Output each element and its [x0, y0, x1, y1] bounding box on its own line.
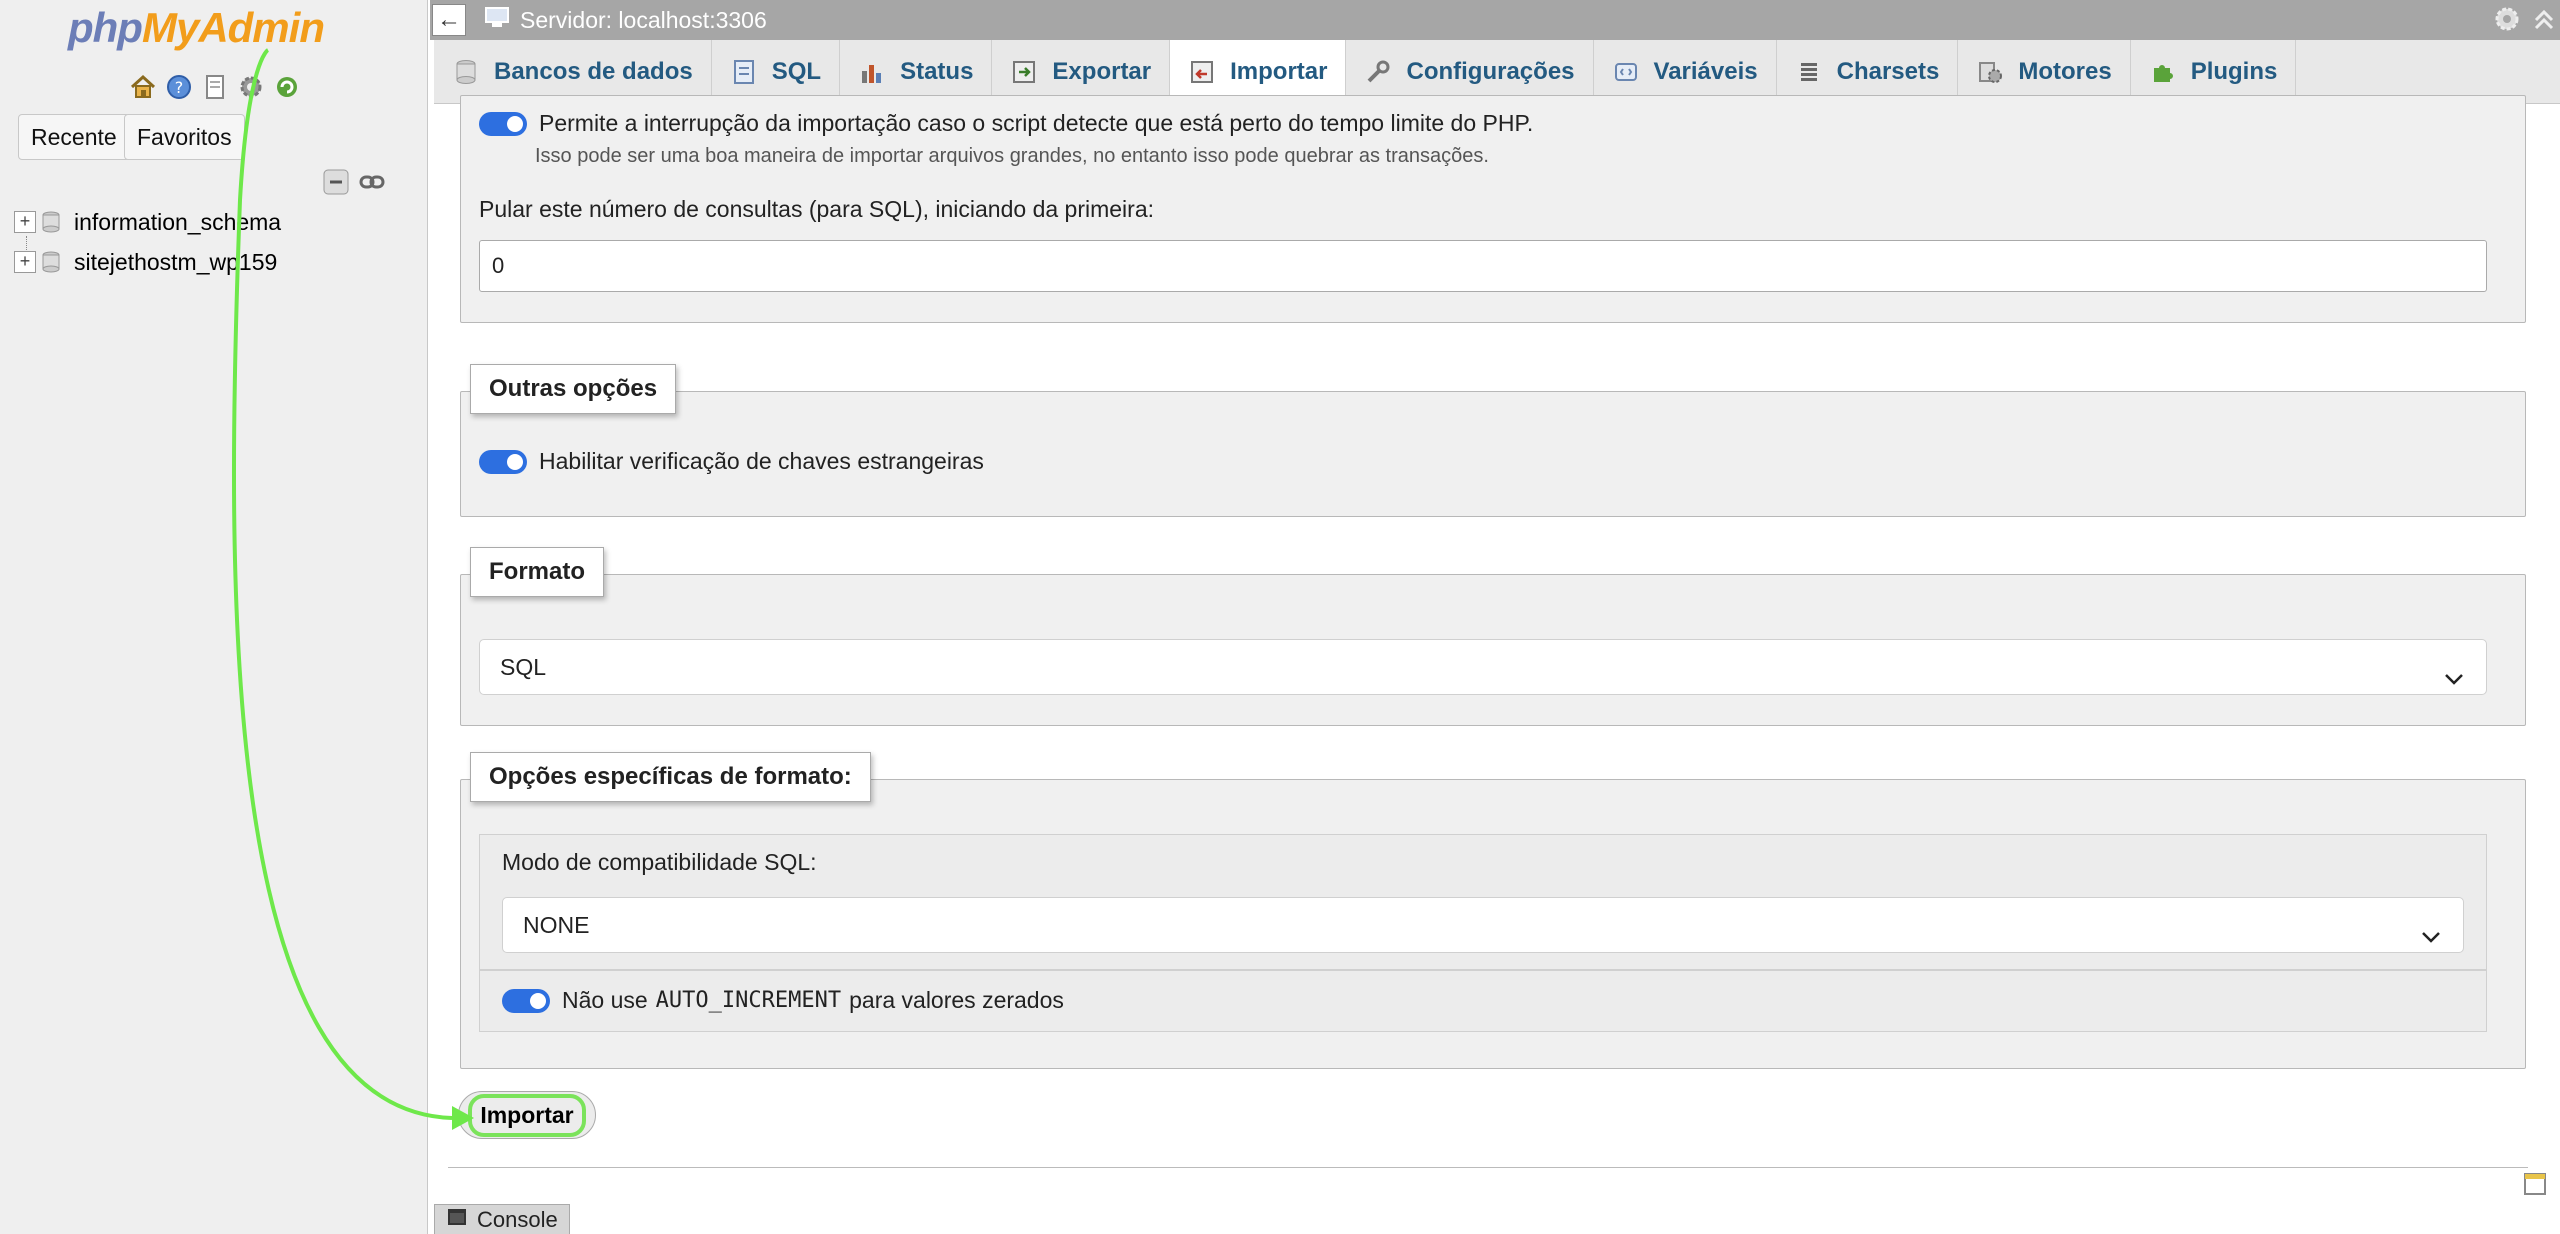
- sql-compat-select[interactable]: NONE: [502, 897, 2464, 953]
- server-icon: [484, 5, 510, 35]
- sql-compat-label: Modo de compatibilidade SQL:: [502, 849, 817, 875]
- wrench-icon: [1364, 58, 1392, 86]
- format-legend: Formato: [470, 547, 604, 597]
- expand-plus-icon[interactable]: +: [14, 251, 36, 273]
- content-divider: [448, 1167, 2528, 1168]
- main-content: Permite a interrupção da importação caso…: [434, 95, 2560, 1234]
- partial-import-fieldset: Permite a interrupção da importação caso…: [460, 95, 2526, 323]
- home-icon[interactable]: [128, 72, 158, 102]
- status-chart-icon: [858, 58, 886, 86]
- console-icon: [447, 1207, 467, 1233]
- sql-icon: [730, 58, 758, 86]
- no-auto-value-toggle[interactable]: [502, 988, 550, 1013]
- server-breadcrumb-bar: ← Servidor: localhost:3306: [430, 0, 2560, 40]
- format-selected-value: SQL: [500, 654, 547, 680]
- console-toggle[interactable]: Console: [434, 1204, 570, 1234]
- tree-controls: [322, 168, 386, 201]
- settings-gear-icon[interactable]: [236, 72, 266, 102]
- other-options-legend: Outras opções: [470, 364, 677, 414]
- import-button-label: Importar: [468, 1093, 586, 1137]
- sql-compat-group: Modo de compatibilidade SQL: NONE: [479, 834, 2487, 970]
- console-label: Console: [477, 1206, 558, 1232]
- no-auto-value-code: AUTO_INCREMENT: [655, 988, 842, 1013]
- allow-interrupt-toggle[interactable]: [479, 111, 527, 136]
- tree-database-item[interactable]: + information_schema: [14, 204, 281, 240]
- no-auto-value-option[interactable]: Não use AUTO_INCREMENT para valores zera…: [502, 987, 1064, 1014]
- back-arrow-button[interactable]: ←: [432, 4, 466, 36]
- fk-checks-label: Habilitar verificação de chaves estrange…: [539, 448, 984, 474]
- database-icon: [452, 58, 480, 86]
- page-note-icon[interactable]: [2522, 1171, 2548, 1197]
- skip-queries-label: Pular este número de consultas (para SQL…: [479, 196, 1155, 222]
- format-specific-legend: Opções específicas de formato:: [470, 752, 871, 802]
- puzzle-plugin-icon: [2149, 58, 2177, 86]
- no-auto-value-group: Não use AUTO_INCREMENT para valores zera…: [479, 970, 2487, 1032]
- other-options-fieldset: Habilitar verificação de chaves estrange…: [460, 391, 2526, 517]
- skip-queries-input[interactable]: 0: [479, 240, 2487, 292]
- import-icon: [1188, 58, 1216, 86]
- no-auto-value-prefix: Não use: [562, 987, 648, 1013]
- recent-tables-button[interactable]: Recente: [18, 114, 130, 160]
- logout-icon[interactable]: ?: [164, 72, 194, 102]
- export-icon: [1010, 58, 1038, 86]
- database-icon: [42, 251, 60, 273]
- tree-database-item[interactable]: + sitejethostm_wp159: [14, 244, 277, 280]
- navigation-sidebar: phpMyAdmin ? Recente Favoritos + informa…: [0, 0, 428, 1234]
- chevron-down-icon: [2419, 914, 2443, 943]
- database-name[interactable]: sitejethostm_wp159: [74, 249, 277, 276]
- svg-text:?: ?: [175, 78, 184, 97]
- phpmyadmin-logo[interactable]: phpMyAdmin: [68, 4, 325, 52]
- documentation-icon[interactable]: [200, 72, 230, 102]
- engines-icon: [1976, 58, 2004, 86]
- database-name[interactable]: information_schema: [74, 209, 281, 236]
- fk-checks-toggle[interactable]: [479, 449, 527, 474]
- sidebar-quick-icons: ?: [128, 72, 302, 102]
- collapse-topbar-icon[interactable]: [2532, 4, 2556, 39]
- sql-compat-selected-value: NONE: [523, 912, 590, 938]
- database-icon: [42, 211, 60, 233]
- link-with-main-icon[interactable]: [358, 168, 386, 201]
- fk-checks-option[interactable]: Habilitar verificação de chaves estrange…: [479, 448, 984, 475]
- import-submit-button[interactable]: Importar: [458, 1091, 596, 1139]
- variables-icon: [1612, 58, 1640, 86]
- server-title: Servidor: localhost:3306: [520, 6, 767, 33]
- allow-interrupt-label: Permite a interrupção da importação caso…: [539, 110, 1534, 136]
- allow-interrupt-hint: Isso pode ser uma boa maneira de importa…: [535, 145, 1489, 167]
- format-specific-fieldset: Modo de compatibilidade SQL: NONE Não us…: [460, 779, 2526, 1069]
- charsets-icon: [1795, 58, 1823, 86]
- topbar-controls: [2492, 4, 2556, 39]
- server-breadcrumb[interactable]: Servidor: localhost:3306: [484, 5, 767, 35]
- page-settings-gear-icon[interactable]: [2492, 4, 2522, 39]
- collapse-all-icon[interactable]: [322, 168, 350, 201]
- no-auto-value-suffix: para valores zerados: [849, 987, 1064, 1013]
- allow-interrupt-option[interactable]: Permite a interrupção da importação caso…: [479, 110, 1533, 137]
- expand-plus-icon[interactable]: +: [14, 211, 36, 233]
- format-fieldset: SQL: [460, 574, 2526, 726]
- format-select[interactable]: SQL: [479, 639, 2487, 695]
- reload-icon[interactable]: [272, 72, 302, 102]
- chevron-down-icon: [2442, 656, 2466, 685]
- favorite-tables-button[interactable]: Favoritos: [124, 114, 245, 160]
